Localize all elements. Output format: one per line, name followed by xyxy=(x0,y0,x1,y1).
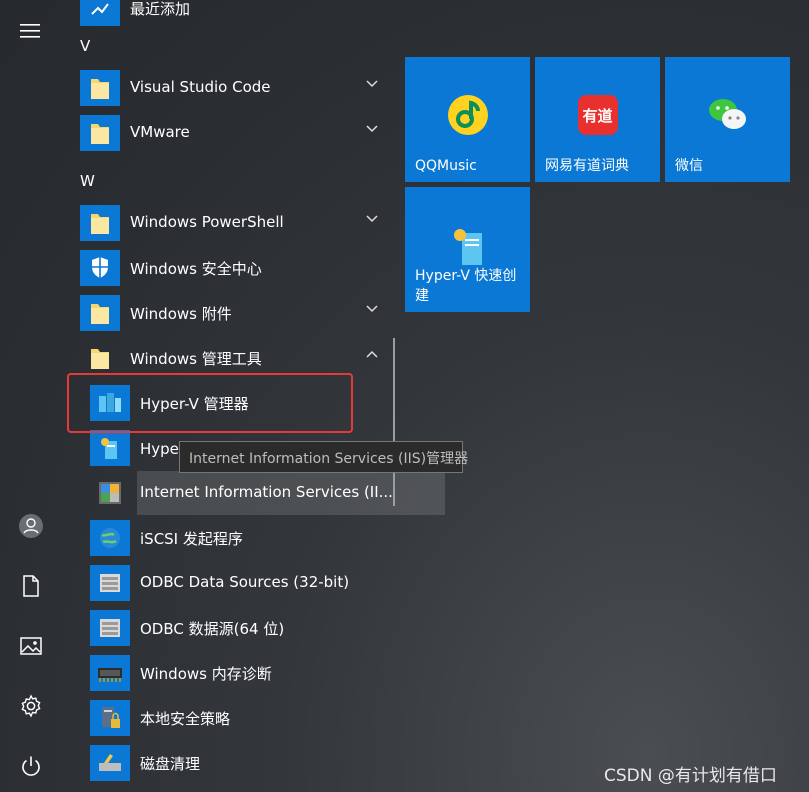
chevron-up-icon xyxy=(364,346,380,362)
disk-cleanup-icon xyxy=(90,745,130,781)
youdao-icon: 有道 xyxy=(535,91,660,139)
tile-qqmusic[interactable]: QQMusic xyxy=(405,57,530,182)
list-item-label: Windows 内存诊断 xyxy=(140,665,272,683)
list-item-label: iSCSI 发起程序 xyxy=(140,530,243,548)
list-item-label: Windows 管理工具 xyxy=(130,350,262,368)
start-rail xyxy=(0,0,62,792)
list-item-label: ODBC Data Sources (32-bit) xyxy=(140,573,350,591)
tile-youdao[interactable]: 有道 网易有道词典 xyxy=(535,57,660,182)
security-policy-icon xyxy=(90,700,130,736)
settings-icon[interactable] xyxy=(16,691,46,721)
watermark: CSDN @有计划有借口 xyxy=(604,766,777,786)
submenu-item-odbc-32[interactable]: ODBC Data Sources (32-bit) xyxy=(90,563,390,603)
tile-hyperv-quick-create[interactable]: Hyper-V 快速创建 xyxy=(405,187,530,312)
chevron-down-icon xyxy=(364,211,380,227)
highlight-box xyxy=(67,373,353,433)
tile-label: 网易有道词典 xyxy=(545,158,629,174)
iis-icon xyxy=(90,475,130,511)
user-icon[interactable] xyxy=(16,511,46,541)
section-header-v[interactable]: V xyxy=(80,37,90,55)
submenu-item-iscsi[interactable]: iSCSI 发起程序 xyxy=(90,518,390,558)
list-item-visual-studio-code[interactable]: Visual Studio Code xyxy=(80,68,380,108)
list-item-label: ODBC 数据源(64 位) xyxy=(140,620,285,638)
folder-icon xyxy=(80,70,120,106)
scrollbar[interactable] xyxy=(393,338,395,506)
chevron-down-icon xyxy=(364,121,380,137)
submenu-item-disk-cleanup[interactable]: 磁盘清理 xyxy=(90,743,390,783)
shield-icon xyxy=(80,250,120,286)
folder-icon xyxy=(80,295,120,331)
list-item-label: Internet Information Services (II... xyxy=(140,483,393,501)
hyperv-quick-create-icon xyxy=(405,223,530,271)
list-item-label: 最近添加 xyxy=(130,0,191,18)
list-item-label: 本地安全策略 xyxy=(140,710,231,728)
submenu-item-odbc-64[interactable]: ODBC 数据源(64 位) xyxy=(90,608,390,648)
section-header-w[interactable]: W xyxy=(80,172,95,190)
memory-chip-icon xyxy=(90,655,130,691)
list-item-label: Visual Studio Code xyxy=(130,78,271,96)
folder-icon xyxy=(80,340,120,376)
list-item-label: VMware xyxy=(130,123,190,141)
power-icon[interactable] xyxy=(16,751,46,781)
tile-label: Hyper-V 快速创建 xyxy=(415,268,517,304)
youdao-icon-text: 有道 xyxy=(577,95,618,135)
tile-wechat[interactable]: 微信 xyxy=(665,57,790,182)
submenu-item-local-security-policy[interactable]: 本地安全策略 xyxy=(90,698,390,738)
submenu-item-iis-manager[interactable]: Internet Information Services (II... xyxy=(90,473,393,513)
list-item-windows-powershell[interactable]: Windows PowerShell xyxy=(80,203,380,243)
iscsi-globe-icon xyxy=(90,520,130,556)
recent-app-icon xyxy=(80,0,120,26)
wechat-icon xyxy=(665,91,790,139)
qqmusic-icon xyxy=(405,91,530,139)
chevron-down-icon xyxy=(364,301,380,317)
list-item-label: Windows 附件 xyxy=(130,305,232,323)
odbc-icon xyxy=(90,610,130,646)
list-item-label: Windows PowerShell xyxy=(130,213,284,231)
list-item-windows-security[interactable]: Windows 安全中心 xyxy=(80,248,380,288)
list-item-windows-admin-tools[interactable]: Windows 管理工具 xyxy=(80,338,380,378)
tile-label: QQMusic xyxy=(415,158,477,174)
hyperv-quick-create-icon xyxy=(90,430,130,466)
list-item-label: 磁盘清理 xyxy=(140,755,201,773)
hamburger-menu-icon[interactable] xyxy=(16,16,46,46)
pictures-icon[interactable] xyxy=(16,631,46,661)
folder-icon xyxy=(80,205,120,241)
documents-icon[interactable] xyxy=(16,571,46,601)
odbc-icon xyxy=(90,565,130,601)
tile-label: 微信 xyxy=(675,158,703,174)
list-item-recent[interactable]: 最近添加 xyxy=(80,0,380,28)
submenu-item-memory-diagnostic[interactable]: Windows 内存诊断 xyxy=(90,653,390,693)
list-item-label: Windows 安全中心 xyxy=(130,260,262,278)
list-item-windows-accessories[interactable]: Windows 附件 xyxy=(80,293,380,333)
chevron-down-icon xyxy=(364,76,380,92)
folder-icon xyxy=(80,115,120,151)
tooltip: Internet Information Services (IIS)管理器 xyxy=(179,441,468,473)
list-item-vmware[interactable]: VMware xyxy=(80,113,380,153)
